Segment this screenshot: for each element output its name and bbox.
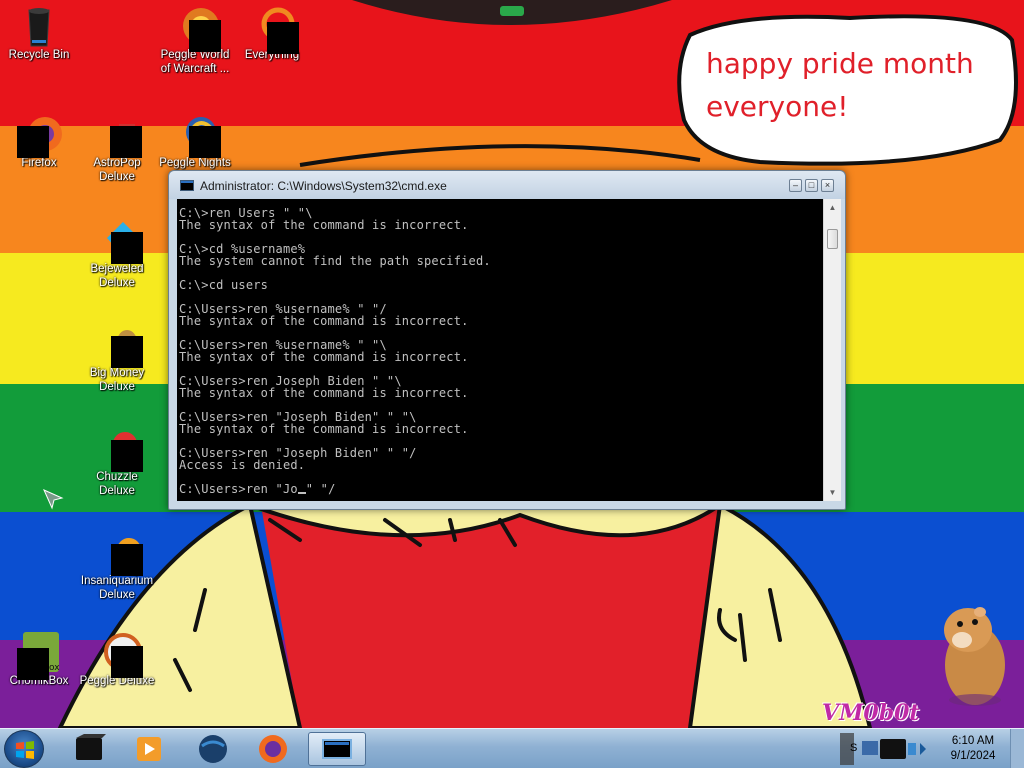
console-line: The syntax of the command is incorrect.: [179, 350, 469, 364]
peggle-deluxe-icon: [97, 632, 143, 678]
desktop-icon-label: AstroPop Deluxe: [93, 157, 141, 183]
firefox-icon: [259, 735, 287, 763]
close-button[interactable]: ×: [821, 179, 834, 192]
taskbar-media-player[interactable]: [124, 732, 174, 766]
mouse-pointer-icon: [43, 489, 64, 510]
svg-text:ox: ox: [49, 663, 60, 673]
watermark-text: VM0b0t: [822, 700, 920, 726]
vertical-scrollbar[interactable]: ▲ ▼: [823, 199, 841, 501]
astropop-icon: [97, 114, 142, 158]
windows-logo-icon: [16, 741, 34, 759]
desktop-icon-chomikbox[interactable]: ox ChomikBox: [0, 632, 78, 688]
desktop-icon-peggle-deluxe[interactable]: Peggle Deluxe: [78, 632, 156, 688]
taskbar-firefox[interactable]: [248, 732, 298, 766]
input-after-cursor: " "/: [305, 482, 336, 496]
desktop-icon-astropop[interactable]: AstroPop Deluxe: [78, 114, 156, 184]
bubble-line-1: happy pride month: [706, 47, 974, 80]
desktop-icon-label: Recycle Bin: [8, 49, 70, 61]
globe-icon: [199, 735, 227, 763]
chomikbox-icon: ox: [17, 632, 60, 680]
taskbar-clock[interactable]: 6:10 AM 9/1/2024: [940, 734, 1006, 764]
scroll-down-arrow-icon[interactable]: ▼: [824, 484, 841, 501]
taskbar-cmd[interactable]: [308, 732, 366, 766]
cmd-console[interactable]: C:\>ren Users " "\ The syntax of the comm…: [177, 199, 841, 501]
cmd-window[interactable]: Administrator: C:\Windows\System32\cmd.e…: [168, 170, 846, 510]
desktop-icon-peggle-nights[interactable]: Peggle Nights: [156, 114, 234, 170]
minimize-button[interactable]: –: [789, 179, 802, 192]
desktop-icon-label: Bejeweled Deluxe: [90, 263, 144, 289]
console-line: The syntax of the command is incorrect.: [179, 386, 469, 400]
cmd-icon: [322, 739, 352, 759]
desktop-icon-label: Peggle World of Warcraft ...: [160, 49, 230, 75]
desktop-icon-label: Peggle Nights: [159, 157, 231, 169]
cmd-icon: [180, 180, 194, 191]
console-output: C:\>ren Users " "\ The syntax of the comm…: [179, 207, 819, 495]
cmd-titlebar[interactable]: Administrator: C:\Windows\System32\cmd.e…: [169, 171, 845, 199]
desktop-icon-recycle-bin[interactable]: Recycle Bin: [0, 6, 78, 62]
scroll-up-arrow-icon[interactable]: ▲: [824, 199, 841, 216]
bubble-line-2: everyone!: [706, 90, 849, 123]
peggle-nights-icon: [175, 114, 221, 158]
desktop-icon-label: Firefox: [21, 157, 57, 169]
show-desktop-button[interactable]: [1010, 729, 1024, 768]
media-player-icon: [137, 737, 161, 761]
console-line: The syntax of the command is incorrect.: [179, 218, 469, 232]
console-line: The syntax of the command is incorrect.: [179, 422, 469, 436]
peggle-wow-icon: [175, 6, 221, 52]
speech-bubble-text: happy pride month everyone!: [706, 42, 996, 128]
desktop-icon-firefox[interactable]: Firefox: [0, 114, 78, 170]
maximize-button[interactable]: □: [805, 179, 818, 192]
desktop-icon-insaniquarium[interactable]: Insaniquarium Deluxe: [78, 532, 156, 602]
everything-search-icon: [252, 6, 299, 54]
clock-time: 6:10 AM: [951, 735, 995, 747]
desktop-icon-bejeweled[interactable]: Bejeweled Deluxe: [78, 220, 156, 290]
desktop-icon-label: Insaniquarium Deluxe: [80, 575, 154, 601]
firefox-icon: [17, 114, 62, 158]
start-button[interactable]: [4, 730, 44, 768]
desktop-icon-peggle-wow[interactable]: Peggle World of Warcraft ...: [155, 6, 235, 76]
text-cursor: [297, 492, 306, 494]
desktop-icon-chuzzle[interactable]: Chuzzle Deluxe: [78, 428, 156, 498]
console-line: The system cannot find the path specifie…: [179, 254, 491, 268]
scrollbar-thumb[interactable]: [827, 229, 838, 249]
recycle-bin-icon: [19, 6, 59, 47]
console-line: The syntax of the command is incorrect.: [179, 314, 469, 328]
big-money-icon: [97, 324, 143, 368]
insaniquarium-icon: [97, 532, 143, 576]
console-input-line[interactable]: C:\Users>ren "Jo " "/: [179, 483, 819, 495]
taskbar-app-black-box[interactable]: [64, 732, 114, 766]
bejeweled-icon: [97, 220, 143, 264]
desktop-icon-big-money[interactable]: Big Money Deluxe: [78, 324, 156, 394]
chuzzle-icon: [97, 428, 143, 472]
desktop-icon-label: Chuzzle Deluxe: [96, 471, 138, 497]
console-line: Access is denied.: [179, 458, 306, 472]
cmd-window-title: Administrator: C:\Windows\System32\cmd.e…: [200, 179, 447, 193]
console-line: C:\>cd users: [179, 278, 269, 292]
taskbar: S 6:10 AM 9/1/2024: [0, 728, 1024, 768]
taskbar-globe[interactable]: [188, 732, 238, 766]
clock-date: 9/1/2024: [950, 750, 996, 762]
input-before-cursor: C:\Users>ren "Jo: [179, 482, 298, 496]
black-box-icon: [76, 734, 106, 760]
system-tray-icons[interactable]: [862, 735, 938, 763]
hamster-mascot-icon: [944, 607, 1005, 706]
desktop-icon-label: Big Money Deluxe: [89, 367, 145, 393]
desktop-icon-everything[interactable]: Everything: [233, 6, 311, 62]
tray-label: S: [850, 742, 858, 754]
